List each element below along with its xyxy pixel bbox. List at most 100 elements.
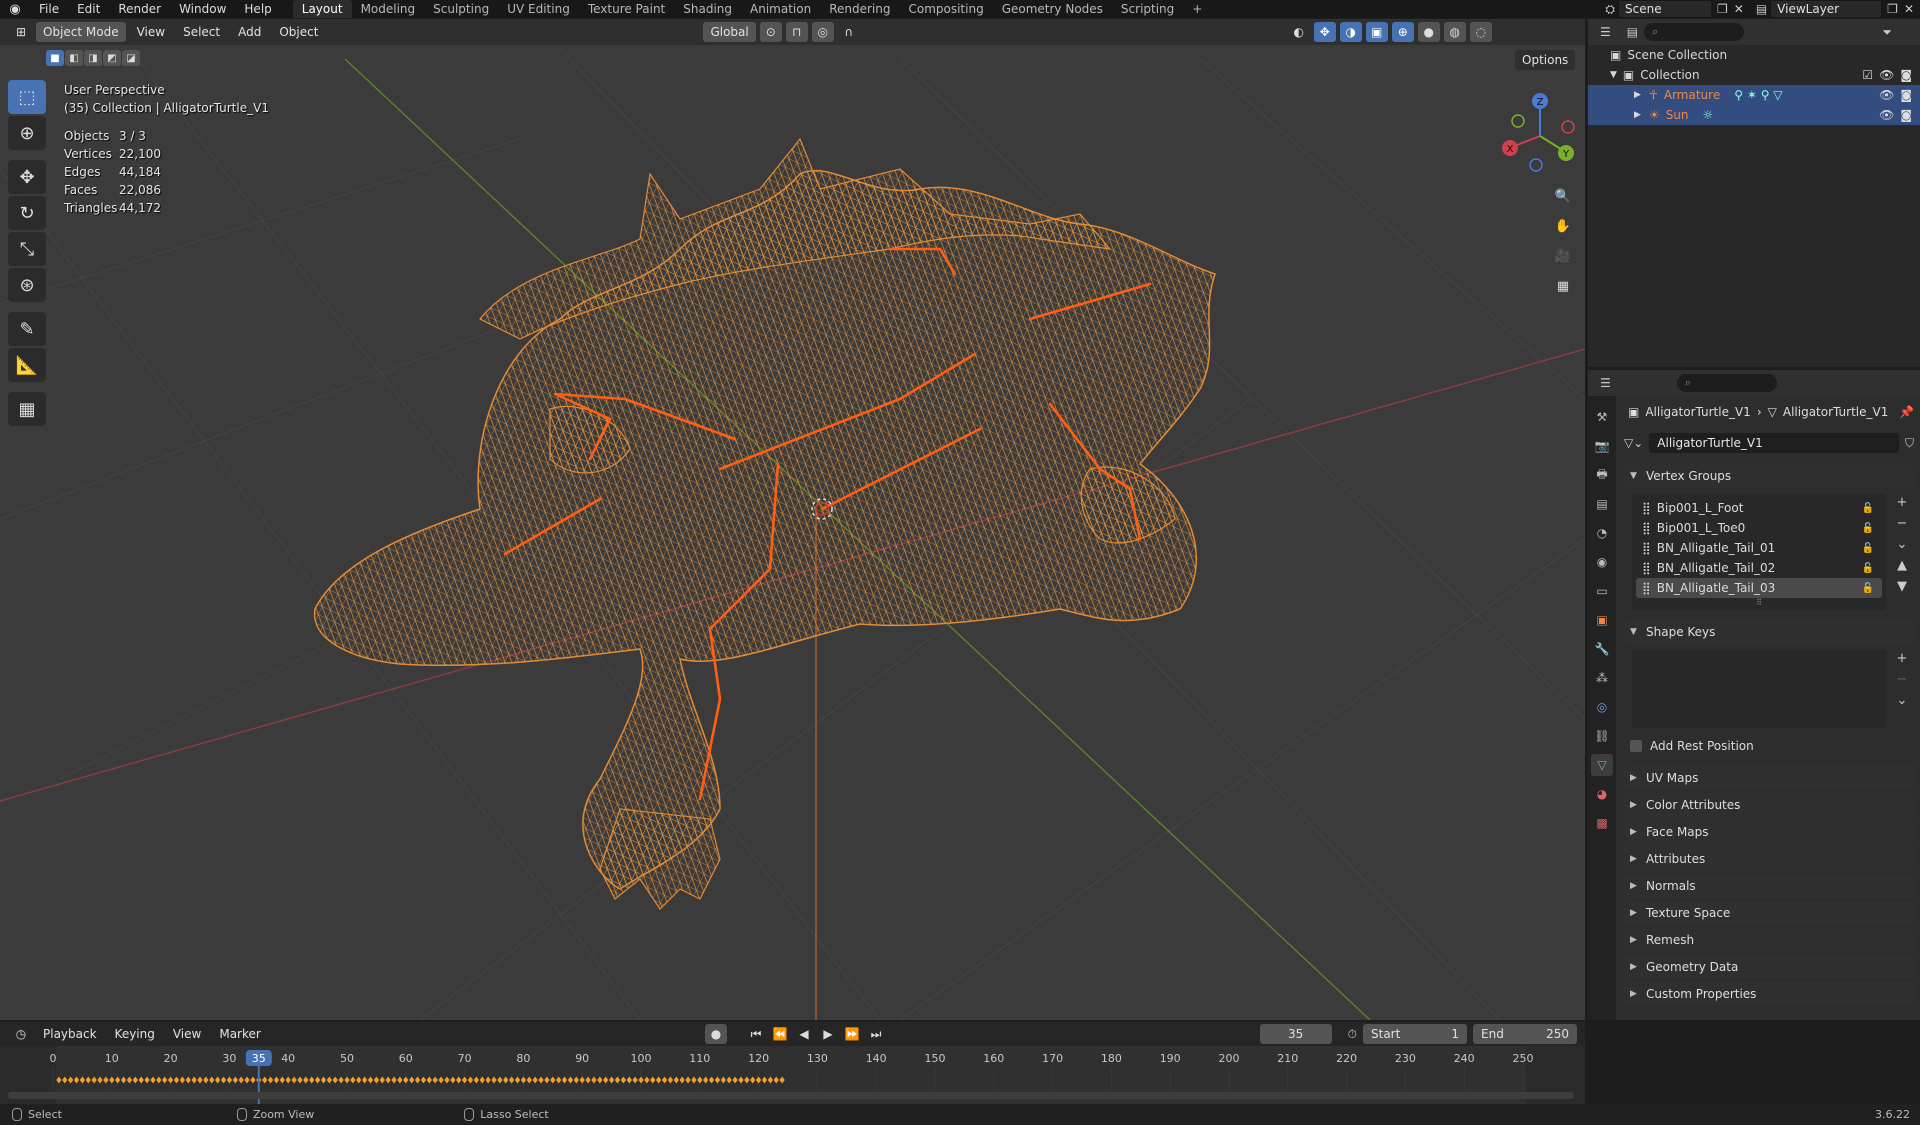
remesh-panel-header[interactable]: ▶ Remesh [1624, 928, 1914, 952]
ortho-grid-icon[interactable]: ▦ [1551, 275, 1575, 297]
scene-icon[interactable]: ⛭ [1605, 2, 1615, 17]
menu-file[interactable]: File [30, 2, 68, 16]
select-invert-icon[interactable]: ◩ [103, 50, 121, 66]
mesh-name-field[interactable]: AlligatorTurtle_V1 [1649, 433, 1899, 453]
expand-icon[interactable]: ▶ [1634, 90, 1641, 100]
delete-scene-icon[interactable]: ✕ [1734, 2, 1744, 16]
vertex-groups-panel-header[interactable]: ▼ Vertex Groups [1624, 464, 1914, 488]
next-keyframe-icon[interactable]: ⏩ [841, 1024, 863, 1044]
mesh-browse-icon[interactable]: ▽⌄ [1624, 436, 1643, 450]
jump-end-icon[interactable]: ⏭ [865, 1024, 887, 1044]
transform-orientation-selector[interactable]: Global [703, 22, 756, 42]
blender-logo-icon[interactable]: ◉ [0, 2, 30, 17]
normals-panel-header[interactable]: ▶ Normals [1624, 874, 1914, 898]
annotate-icon[interactable]: ✎ [8, 312, 46, 346]
view-layer-icon[interactable]: ▤ [1756, 2, 1767, 16]
add-cube-icon[interactable]: ▦ [8, 392, 46, 426]
face-maps-panel-header[interactable]: ▶ Face Maps [1624, 820, 1914, 844]
eye-icon[interactable]: 👁 [1879, 88, 1894, 102]
display-mode-icon[interactable]: ▤ [1627, 25, 1638, 39]
geometry-data-panel-header[interactable]: ▶ Geometry Data [1624, 955, 1914, 979]
delete-view-layer-icon[interactable]: ✕ [1904, 2, 1914, 16]
texture-space-panel-header[interactable]: ▶ Texture Space [1624, 901, 1914, 925]
select-intersect-icon[interactable]: ◪ [122, 50, 140, 66]
falloff-icon[interactable]: ∩ [838, 22, 860, 42]
pivot-icon[interactable]: ⊙ [759, 22, 782, 42]
add-icon[interactable]: + [1892, 650, 1912, 668]
xray-toggle-icon[interactable]: ▣ [1365, 22, 1388, 42]
play-reverse-icon[interactable]: ◀ [793, 1024, 815, 1044]
stopwatch-icon[interactable]: ⏱ [1348, 1027, 1357, 1042]
mesh-data-tab-icon[interactable]: ▽ [1591, 754, 1613, 776]
lock-icon[interactable]: 🔓 [1862, 523, 1874, 534]
eye-icon[interactable]: 👁 [1879, 68, 1894, 82]
outliner-row-collection[interactable]: ▼ ▣ Collection ☑ 👁 ◙ [1588, 65, 1920, 85]
vertex-group-item[interactable]: ⣿ Bip001_L_Toe0 🔓 [1636, 518, 1882, 538]
add-icon[interactable]: + [1892, 494, 1912, 512]
add-rest-position-checkbox[interactable] [1630, 740, 1642, 752]
specials-menu-icon[interactable]: ⌄ [1892, 536, 1912, 554]
tab-uv-editing[interactable]: UV Editing [498, 0, 579, 18]
outliner-row-scene-collection[interactable]: ▣ Scene Collection [1588, 45, 1920, 65]
tab-modeling[interactable]: Modeling [352, 0, 425, 18]
new-view-layer-icon[interactable]: ❐ [1887, 2, 1898, 16]
play-icon[interactable]: ▶ [817, 1024, 839, 1044]
frame-start-field[interactable]: Start 1 [1363, 1024, 1467, 1044]
expand-icon[interactable]: ▼ [1610, 70, 1617, 80]
transform-icon[interactable]: ⊛ [8, 268, 46, 302]
tab-scripting[interactable]: Scripting [1112, 0, 1183, 18]
menu-view[interactable]: View [166, 1024, 208, 1044]
outliner-search-input[interactable]: ⌕ [1644, 23, 1745, 41]
outliner-row-armature[interactable]: ▶ ☥ Armature ⚲ ✶ ⚲ ▽ 👁 ◙ [1588, 85, 1920, 105]
add-rest-position-row[interactable]: Add Rest Position [1624, 734, 1914, 758]
measure-icon[interactable]: 📐 [8, 348, 46, 382]
visibility-icon[interactable]: ◐ [1288, 22, 1310, 42]
expand-icon[interactable]: ▶ [1634, 110, 1641, 120]
pan-hand-icon[interactable]: ✋ [1551, 215, 1575, 237]
texture-tab-icon[interactable]: ▩ [1591, 812, 1613, 834]
camera-icon[interactable]: ◙ [1900, 88, 1912, 102]
tab-geometry-nodes[interactable]: Geometry Nodes [993, 0, 1112, 18]
scene-tab-icon[interactable]: ◔ [1591, 522, 1613, 544]
modifier-tab-icon[interactable]: 🔧 [1591, 638, 1613, 660]
properties-search-input[interactable]: ⌕ [1676, 374, 1777, 392]
select-box-icon[interactable]: ⬚ [8, 80, 46, 114]
filter-icon[interactable]: ⏷ [1882, 25, 1892, 40]
menu-render[interactable]: Render [109, 2, 170, 16]
menu-edit[interactable]: Edit [68, 2, 109, 16]
options-button[interactable]: Options [1515, 50, 1576, 70]
cursor-icon[interactable]: ⊕ [8, 116, 46, 150]
menu-select[interactable]: Select [176, 22, 227, 42]
constraints-tab-icon[interactable]: ⛓ [1591, 725, 1613, 747]
menu-window[interactable]: Window [170, 2, 235, 16]
view-layer-tab-icon[interactable]: ▤ [1591, 493, 1613, 515]
tab-animation[interactable]: Animation [741, 0, 820, 18]
output-tab-icon[interactable]: 🖶 [1591, 464, 1613, 486]
current-frame-field[interactable]: 35 [1259, 1024, 1332, 1044]
add-workspace-button[interactable]: + [1183, 0, 1211, 18]
prev-keyframe-icon[interactable]: ⏪ [769, 1024, 791, 1044]
new-scene-icon[interactable]: ❐ [1717, 2, 1728, 16]
menu-keying[interactable]: Keying [108, 1024, 162, 1044]
3d-viewport[interactable]: ⊞ Object Mode View Select Add Object Glo… [0, 19, 1585, 1020]
editor-type-icon[interactable]: ☰ [1600, 376, 1611, 390]
list-resize-handle-icon[interactable]: ⠿ [1636, 598, 1882, 607]
particles-tab-icon[interactable]: ⁂ [1591, 667, 1613, 689]
color-attributes-panel-header[interactable]: ▶ Color Attributes [1624, 793, 1914, 817]
gizmo-toggle-icon[interactable]: ✥ [1313, 22, 1336, 42]
editor-type-icon[interactable]: ☰ [1600, 25, 1611, 39]
physics-tab-icon[interactable]: ◎ [1591, 696, 1613, 718]
select-new-icon[interactable]: ■ [46, 50, 64, 66]
render-tab-icon[interactable]: 📷 [1591, 435, 1613, 457]
proportional-edit-icon[interactable]: ◎ [811, 22, 834, 42]
tab-layout[interactable]: Layout [292, 0, 352, 18]
move-up-icon[interactable]: ▲ [1892, 557, 1912, 575]
menu-object[interactable]: Object [272, 22, 325, 42]
move-icon[interactable]: ✥ [8, 160, 46, 194]
object-tab-icon[interactable]: ▣ [1591, 609, 1613, 631]
remove-icon[interactable]: − [1892, 515, 1912, 533]
camera-icon[interactable]: ◙ [1900, 108, 1912, 122]
scene-selector[interactable]: Scene [1619, 1, 1711, 17]
shading-material-icon[interactable]: ◍ [1443, 22, 1466, 42]
rotate-icon[interactable]: ↻ [8, 196, 46, 230]
